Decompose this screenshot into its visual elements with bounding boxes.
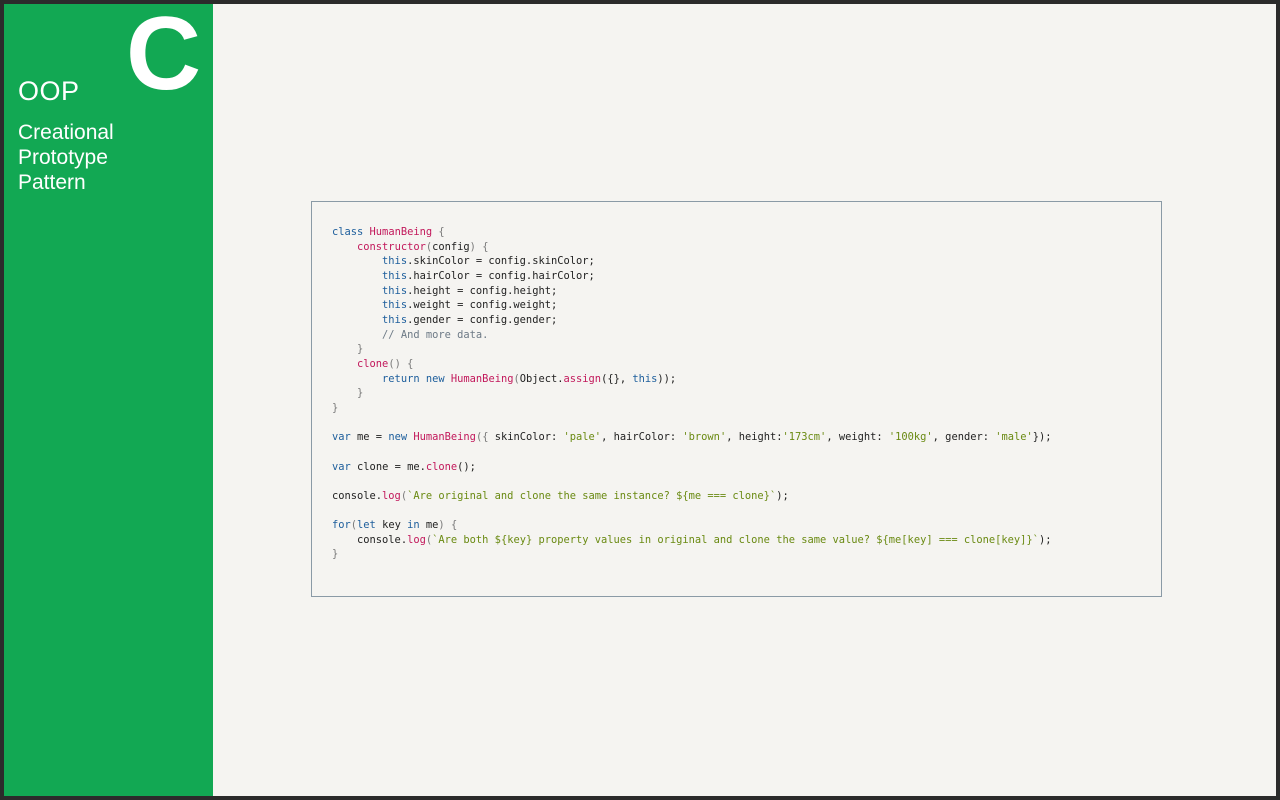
code-line: this.gender = config.gender; xyxy=(382,313,558,326)
code-line: } xyxy=(357,387,364,400)
code-line: constructor(config) { xyxy=(357,240,489,253)
main-content: class HumanBeing { constructor(config) {… xyxy=(213,4,1276,796)
code-line: } xyxy=(332,401,339,414)
code-line: } xyxy=(357,343,364,356)
code-listing: class HumanBeing { constructor(config) {… xyxy=(312,202,1161,585)
code-line: return new HumanBeing(Object.assign({}, … xyxy=(382,372,677,385)
section-label: OOP xyxy=(18,76,80,106)
code-line: console.log(`Are both ${key} property va… xyxy=(332,533,1052,546)
pattern-title-line: Creational xyxy=(18,121,114,144)
slide: C OOP Creational Prototype Pattern class… xyxy=(4,0,1276,796)
pattern-title-line: Prototype xyxy=(18,146,108,169)
code-line: } xyxy=(332,548,339,561)
pattern-title-line: Pattern xyxy=(18,171,86,194)
code-line: class HumanBeing { xyxy=(332,226,445,238)
code-line: this.skinColor = config.skinColor; xyxy=(382,255,595,268)
code-line: clone() { xyxy=(357,357,414,370)
code-line: this.hairColor = config.hairColor; xyxy=(382,269,595,282)
code-line: var me = new HumanBeing({ skinColor: 'pa… xyxy=(332,431,1052,444)
code-line: this.weight = config.weight; xyxy=(382,299,558,312)
sidebar: C OOP Creational Prototype Pattern xyxy=(4,0,213,796)
code-line: var clone = me.clone(); xyxy=(332,460,476,473)
code-line: for(let key in me) { xyxy=(332,519,458,532)
code-block: class HumanBeing { constructor(config) {… xyxy=(311,201,1162,597)
code-line: console.log(`Are original and clone the … xyxy=(332,489,789,502)
pattern-title: Creational Prototype Pattern xyxy=(18,120,198,195)
category-letter: C xyxy=(126,0,202,112)
code-line: this.height = config.height; xyxy=(382,284,558,297)
code-line: // And more data. xyxy=(382,328,489,341)
